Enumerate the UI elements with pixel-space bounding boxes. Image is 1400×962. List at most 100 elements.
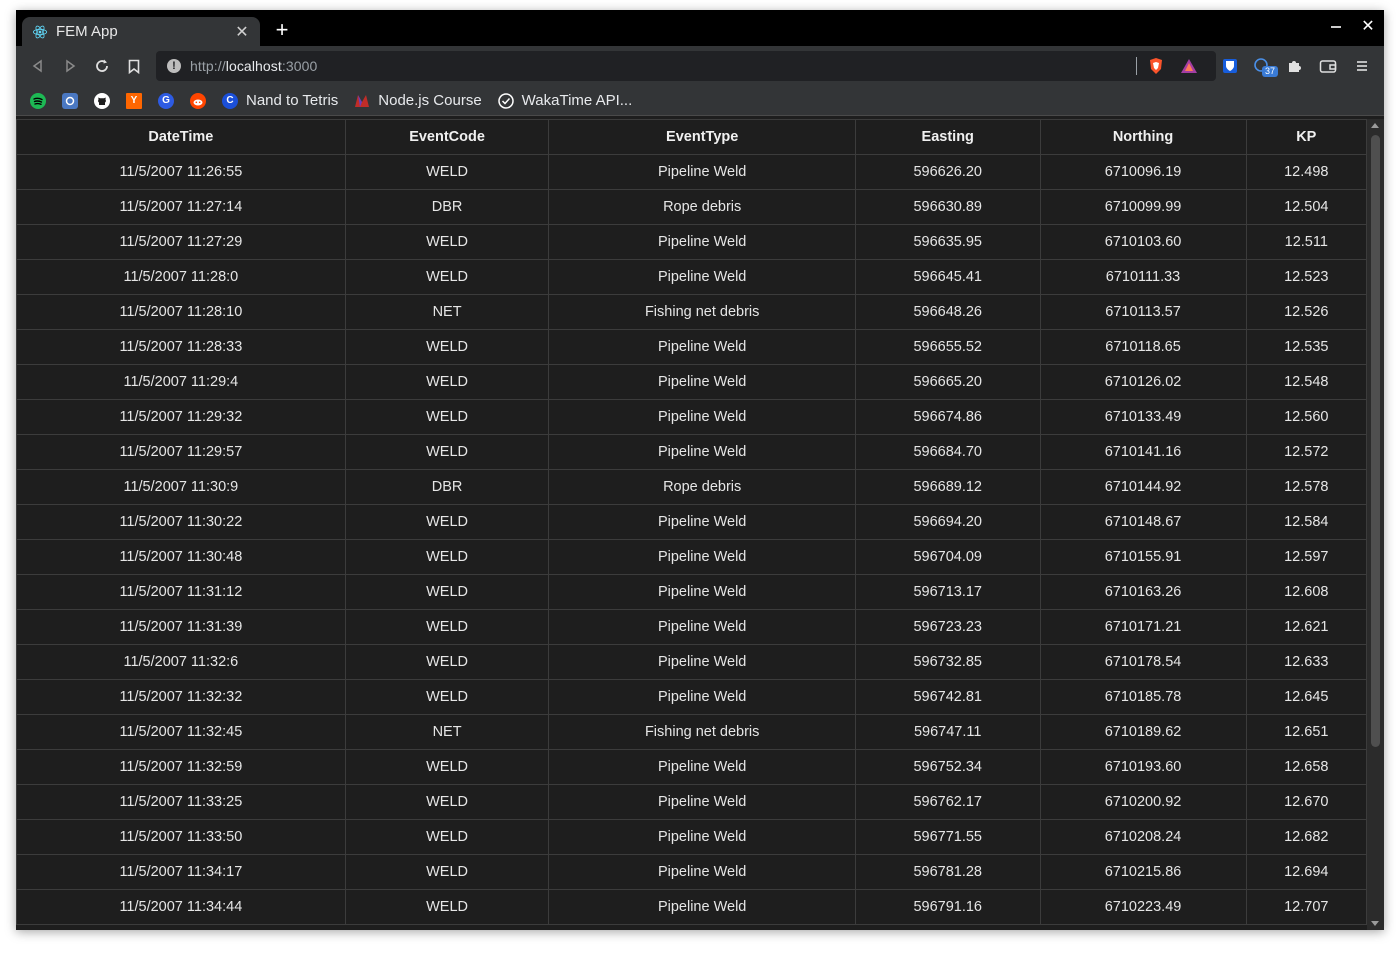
table-row[interactable]: 11/5/2007 11:27:29 WELD Pipeline Weld 59663… [16,224,1368,260]
cell-eventcode: WELD [344,329,550,365]
column-header-easting[interactable]: Easting [854,119,1041,155]
scroll-up-icon[interactable] [1371,123,1379,128]
app-icon [62,92,78,109]
bookmark-reddit[interactable] [190,90,206,112]
vertical-scrollbar[interactable] [1367,119,1384,930]
table-row[interactable]: 11/5/2007 11:31:39 WELD Pipeline Weld 59672… [16,609,1368,645]
menu-icon[interactable] [1352,56,1372,76]
cell-northing: 6710099.99 [1039,189,1247,225]
table-row[interactable]: 11/5/2007 11:34:17 WELD Pipeline Weld 59678… [16,854,1368,890]
table-row[interactable]: 11/5/2007 11:31:12 WELD Pipeline Weld 59671… [16,574,1368,610]
site-info-icon[interactable]: ! [167,59,181,73]
reload-button[interactable] [92,56,112,76]
forward-button[interactable] [60,56,80,76]
column-header-datetime[interactable]: DateTime [16,119,346,155]
column-header-eventcode[interactable]: EventCode [344,119,550,155]
bookmark-github[interactable] [94,90,110,112]
bookmark-wakatime[interactable]: WakaTime API... [497,90,632,112]
table-row[interactable]: 11/5/2007 11:32:6 WELD Pipeline Weld 596732… [16,644,1368,680]
cell-eventcode: WELD [344,399,550,435]
cell-easting: 596635.95 [854,224,1041,260]
column-header-northing[interactable]: Northing [1039,119,1247,155]
cell-datetime: 11/5/2007 11:32:6 [16,644,346,680]
scroll-thumb[interactable] [1371,135,1380,747]
table-row[interactable]: 11/5/2007 11:28:33 WELD Pipeline Weld 59665… [16,329,1368,365]
cell-northing: 6710111.33 [1039,259,1247,295]
cell-datetime: 11/5/2007 11:32:32 [16,679,346,715]
cell-northing: 6710200.92 [1039,784,1247,820]
table-row[interactable]: 11/5/2007 11:33:50 WELD Pipeline Weld 59677… [16,819,1368,855]
bookmark-g[interactable]: G [158,90,174,112]
tab-fem-app[interactable]: FEM App ✕ [22,17,260,46]
cell-datetime: 11/5/2007 11:28:0 [16,259,346,295]
cell-easting: 596762.17 [854,784,1041,820]
translator-extension-icon[interactable]: 37 [1252,56,1279,77]
cell-eventtype: Pipeline Weld [548,609,856,645]
cell-easting: 596694.20 [854,504,1041,540]
wakatime-icon [497,92,514,109]
brave-shield-icon[interactable] [1146,56,1166,76]
cell-easting: 596645.41 [854,259,1041,295]
cell-eventtype: Fishing net debris [548,714,856,750]
new-tab-button[interactable]: + [272,19,292,41]
bookmark-nodejs-course[interactable]: Node.js Course [354,90,482,112]
table-row[interactable]: 11/5/2007 11:27:14 DBR Rope debris 596630.8… [16,189,1368,225]
tab-title: FEM App [56,23,118,40]
cell-kp: 12.535 [1245,329,1368,365]
cell-northing: 6710178.54 [1039,644,1247,680]
table-row[interactable]: 11/5/2007 11:32:32 WELD Pipeline Weld 59674… [16,679,1368,715]
table-row[interactable]: 11/5/2007 11:32:59 WELD Pipeline Weld 59675… [16,749,1368,785]
react-icon [32,24,48,40]
cell-northing: 6710189.62 [1039,714,1247,750]
cell-eventtype: Pipeline Weld [548,889,856,925]
table-row[interactable]: 11/5/2007 11:32:45 NET Fishing net debris 5… [16,714,1368,750]
back-button[interactable] [28,56,48,76]
cell-northing: 6710148.67 [1039,504,1247,540]
table-row[interactable]: 11/5/2007 11:28:10 NET Fishing net debris 5… [16,294,1368,330]
table-row[interactable]: 11/5/2007 11:28:0 WELD Pipeline Weld 596645… [16,259,1368,295]
extensions-puzzle-icon[interactable] [1284,56,1304,76]
bookmark-spotify[interactable] [30,90,46,112]
cell-datetime: 11/5/2007 11:28:10 [16,294,346,330]
bookmark-button[interactable] [124,56,144,76]
cell-easting: 596648.26 [854,294,1041,330]
wallet-icon[interactable] [1318,56,1338,76]
table-row[interactable]: 11/5/2007 11:29:57 WELD Pipeline Weld 59668… [16,434,1368,470]
table-row[interactable]: 11/5/2007 11:34:44 WELD Pipeline Weld 59679… [16,889,1368,925]
spotify-icon [30,92,46,109]
g-icon: G [158,92,174,109]
window-close-button[interactable]: ✕ [1356,16,1380,36]
table-row[interactable]: 11/5/2007 11:29:4 WELD Pipeline Weld 596665… [16,364,1368,400]
cell-eventcode: WELD [344,224,550,260]
cell-eventcode: WELD [344,504,550,540]
brave-rewards-icon[interactable] [1179,56,1199,76]
bookmark-app[interactable] [62,90,78,112]
cell-datetime: 11/5/2007 11:29:57 [16,434,346,470]
cell-easting: 596665.20 [854,364,1041,400]
bitwarden-icon[interactable] [1220,56,1240,76]
cell-kp: 12.560 [1245,399,1368,435]
bookmark-nand-to-tetris[interactable]: C Nand to Tetris [222,90,338,112]
table-row[interactable]: 11/5/2007 11:29:32 WELD Pipeline Weld 59667… [16,399,1368,435]
cell-northing: 6710155.91 [1039,539,1247,575]
cell-northing: 6710171.21 [1039,609,1247,645]
column-header-eventtype[interactable]: EventType [548,119,856,155]
cell-eventtype: Pipeline Weld [548,399,856,435]
extension-badge: 37 [1262,66,1279,77]
table-row[interactable]: 11/5/2007 11:30:22 WELD Pipeline Weld 59669… [16,504,1368,540]
table-row[interactable]: 11/5/2007 11:30:9 DBR Rope debris 596689.12… [16,469,1368,505]
column-header-kp[interactable]: KP [1245,119,1368,155]
cell-northing: 6710118.65 [1039,329,1247,365]
table-row[interactable]: 11/5/2007 11:30:48 WELD Pipeline Weld 59670… [16,539,1368,575]
events-table: DateTime EventCode EventType Easting Nor… [16,119,1368,925]
minimize-button[interactable] [1324,18,1348,36]
scroll-down-icon[interactable] [1371,921,1379,926]
table-row[interactable]: 11/5/2007 11:26:55 WELD Pipeline Weld 59662… [16,154,1368,190]
cell-eventtype: Pipeline Weld [548,819,856,855]
address-bar[interactable]: ! http://localhost:3000 [156,51,1216,81]
cell-kp: 12.694 [1245,854,1368,890]
cell-eventtype: Pipeline Weld [548,749,856,785]
table-row[interactable]: 11/5/2007 11:33:25 WELD Pipeline Weld 59676… [16,784,1368,820]
bookmark-hackernews[interactable]: Y [126,90,142,112]
tab-close-icon[interactable]: ✕ [234,22,250,42]
